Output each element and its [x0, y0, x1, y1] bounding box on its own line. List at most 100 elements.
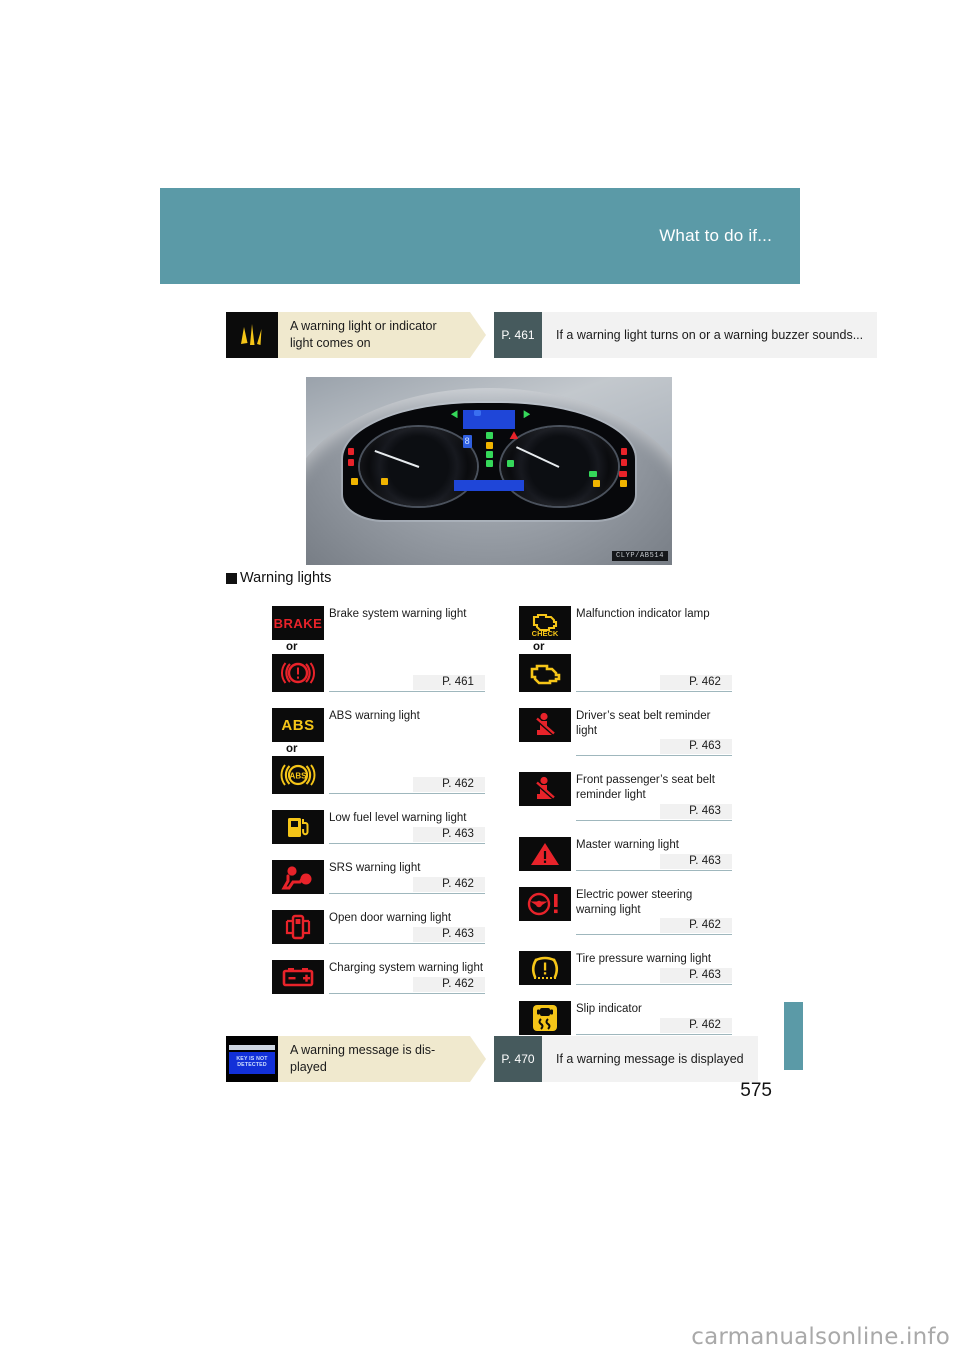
- multi-information-display: [462, 410, 516, 429]
- row-divider: [329, 942, 485, 944]
- warning-light-page-ref[interactable]: P. 463: [413, 926, 485, 942]
- warning-light-row: Driver’s seat belt reminder light P. 463: [519, 708, 732, 757]
- display-bezel: [229, 1044, 275, 1050]
- warning-light-page-ref[interactable]: P. 463: [660, 968, 732, 984]
- row-divider: [329, 691, 485, 692]
- tachometer-needle: [516, 446, 560, 469]
- warning-light-row: Slip indicator P. 462: [519, 1001, 732, 1036]
- speedometer-needle: [374, 450, 420, 469]
- right-red-icons: [620, 447, 627, 455]
- amber-telltale-1: [486, 441, 494, 449]
- warning-light-page-ref[interactable]: P. 463: [660, 739, 732, 755]
- row-divider: [329, 892, 485, 894]
- flow-destination: If a warning message is displayed: [542, 1036, 758, 1082]
- warning-lights-left-column: BRAKE Brake system warning light or P. 4…: [272, 606, 485, 1051]
- warning-light-row: CHECK Malfunction indicator lamp or P. 4…: [519, 606, 732, 692]
- flow-condition-label: A warning light or indicator light comes…: [278, 312, 470, 358]
- warning-light-name: Tire pressure warning light: [576, 953, 712, 966]
- odometer-display: [453, 480, 525, 491]
- figure-code-label: CLYP/AB514: [611, 551, 668, 561]
- green-telltale-3: [486, 460, 494, 468]
- srs-airbag-icon: [272, 860, 324, 894]
- warning-light-row: Tire pressure warning light P. 463: [519, 951, 732, 986]
- warning-light-page-ref[interactable]: P. 462: [413, 777, 485, 792]
- seat-belt-reminder-icon: [519, 772, 571, 807]
- or-separator-label: or: [533, 641, 545, 653]
- right-red-icons-2: [620, 459, 627, 467]
- warning-light-name: Brake system warning light: [329, 608, 467, 620]
- flow-page-reference[interactable]: P. 461: [494, 312, 542, 358]
- warning-light-page-ref[interactable]: P. 462: [660, 675, 732, 690]
- cluster-face: 8: [342, 403, 636, 520]
- brake-text-icon: BRAKE: [272, 606, 324, 640]
- warning-light-page-ref[interactable]: P. 462: [660, 918, 732, 934]
- flow-arrow-icon: [470, 312, 486, 358]
- check-engine-check-icon: CHECK: [519, 606, 571, 640]
- slip-indicator-icon: [519, 1001, 571, 1036]
- warning-light-row: Low fuel level warning light P. 463: [272, 810, 485, 844]
- warning-light-row: SRS warning light P. 462: [272, 860, 485, 894]
- right-amber-icon: [593, 480, 601, 488]
- warning-light-page-ref[interactable]: P. 463: [413, 826, 485, 842]
- row-divider: [576, 869, 732, 871]
- brake-circle-exclamation-icon: [272, 654, 324, 692]
- open-door-icon: [272, 910, 324, 944]
- green-telltale-4: [506, 460, 514, 468]
- warning-light-name: Malfunction indicator lamp: [576, 608, 710, 620]
- warning-light-page-ref[interactable]: P. 462: [660, 1018, 732, 1034]
- warning-light-name: Driver’s seat belt reminder light: [576, 710, 711, 737]
- row-divider: [329, 842, 485, 844]
- check-label: CHECK: [532, 629, 559, 638]
- flow-condition-label: A warning message is dis-played: [278, 1036, 470, 1082]
- left-amber-icons-2: [380, 477, 388, 485]
- key-not-detected-display-icon: KEY IS NOT DETECTED: [226, 1036, 278, 1082]
- warning-light-page-ref[interactable]: P. 462: [413, 876, 485, 892]
- abs-icon-label: ABS: [281, 716, 315, 734]
- warning-light-row: Front passenger’s seat belt reminder lig…: [519, 772, 732, 821]
- fuel-pump-icon: [272, 810, 324, 844]
- check-engine-icon: [519, 654, 571, 692]
- flow-arrow-icon: [470, 1036, 486, 1082]
- electric-power-steering-icon: [519, 886, 571, 921]
- flow-row-warning-light: A warning light or indicator light comes…: [226, 312, 878, 358]
- warning-light-name: Charging system warning light: [329, 962, 484, 974]
- manual-page: What to do if... A warning light or indi…: [0, 0, 960, 1358]
- master-warning-triangle-icon: [519, 836, 571, 871]
- abs-circle-icon: ABS: [272, 756, 324, 794]
- speedometer-gauge: [360, 426, 478, 506]
- row-divider: [576, 934, 732, 936]
- warning-burst-icon: [226, 312, 278, 358]
- row-divider: [576, 691, 732, 692]
- instrument-cluster-image: 8 CLYP/AB514: [306, 377, 672, 565]
- tire-pressure-icon: [519, 951, 571, 986]
- key-display-line2: DETECTED: [237, 1061, 267, 1068]
- warning-light-name: Slip indicator: [576, 1003, 642, 1016]
- chapter-header-band: What to do if...: [160, 188, 800, 284]
- left-warning-cluster-icons-2: [348, 459, 355, 467]
- section-heading-label: Warning lights: [240, 570, 332, 586]
- warning-light-name: SRS warning light: [329, 862, 421, 874]
- green-telltale-1: [486, 432, 494, 440]
- flow-page-reference[interactable]: P. 470: [494, 1036, 542, 1082]
- tachometer-gauge: [500, 426, 618, 506]
- row-divider: [329, 793, 485, 794]
- warning-light-row: ABS ABS warning light or ABS P. 462: [272, 708, 485, 794]
- warning-light-name: Electric power steering warning light: [576, 888, 693, 916]
- turn-signal-left-icon: [450, 410, 458, 419]
- warning-light-name: ABS warning light: [329, 710, 420, 722]
- section-heading: Warning lights: [226, 570, 331, 586]
- gear-position-digit: 8: [462, 434, 472, 448]
- row-divider: [576, 755, 732, 757]
- warning-light-page-ref[interactable]: P. 462: [413, 976, 485, 992]
- warning-light-name: Low fuel level warning light: [329, 812, 467, 824]
- or-separator-label: or: [286, 641, 298, 653]
- warning-light-name: Open door warning light: [329, 912, 452, 924]
- warning-light-row: Electric power steering warning light P.…: [519, 886, 732, 936]
- warning-light-page-ref[interactable]: P. 463: [660, 853, 732, 869]
- svg-text:ABS: ABS: [290, 772, 308, 781]
- warning-light-row: Charging system warning light P. 462: [272, 960, 485, 994]
- right-green-icon: [589, 470, 598, 477]
- warning-light-page-ref[interactable]: P. 461: [413, 675, 485, 690]
- warning-light-page-ref[interactable]: P. 463: [660, 803, 732, 819]
- warning-light-row: BRAKE Brake system warning light or P. 4…: [272, 606, 485, 692]
